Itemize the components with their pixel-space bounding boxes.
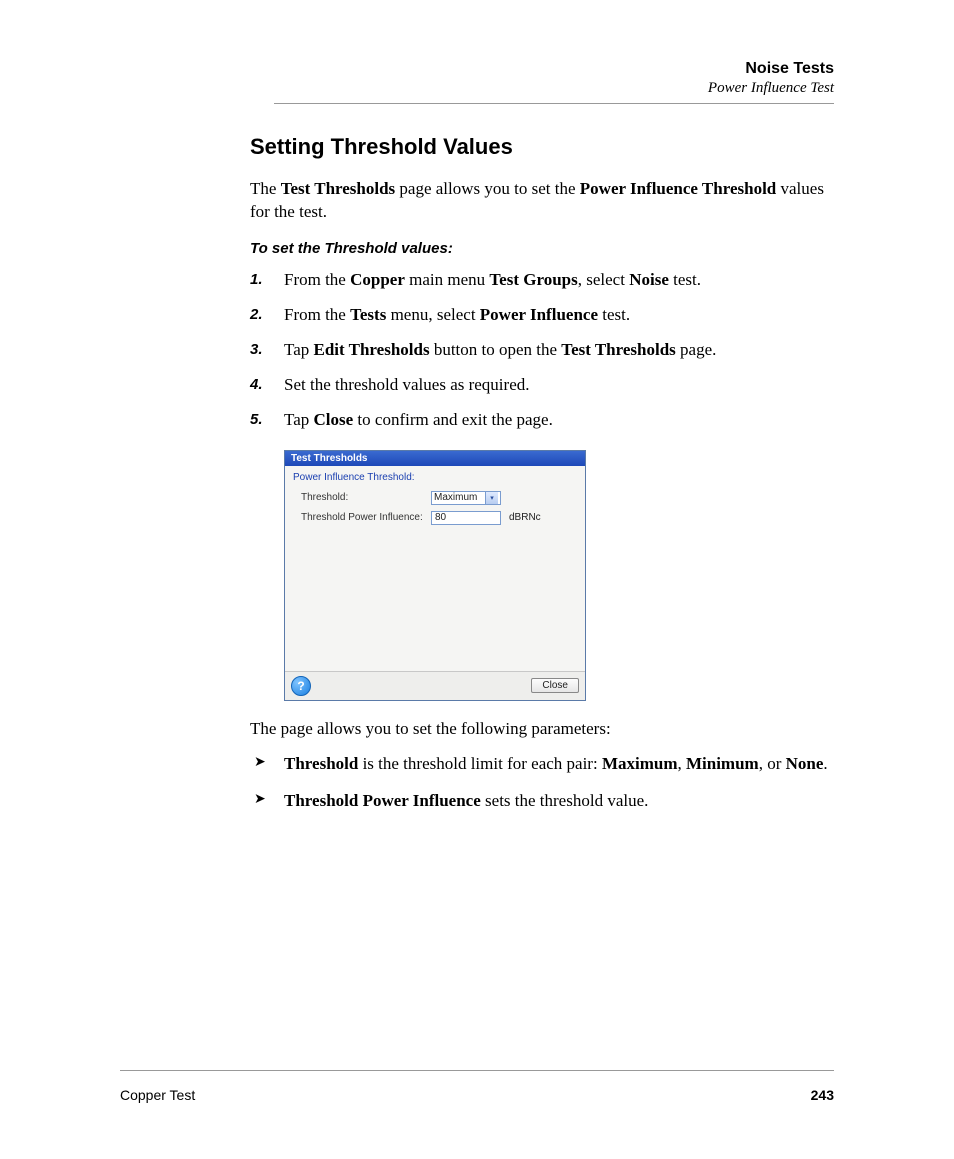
bold-text: Test Thresholds <box>281 179 395 198</box>
bullet-1: Threshold is the threshold limit for eac… <box>284 753 834 776</box>
bullet-2: Threshold Power Influence sets the thres… <box>284 790 834 813</box>
power-influence-label: Threshold Power Influence: <box>301 512 431 523</box>
text: test. <box>598 305 630 324</box>
app-window: Test Thresholds Power Influence Threshol… <box>284 450 586 701</box>
steps-list: From the Copper main menu Test Groups, s… <box>250 269 834 432</box>
steps-subhead: To set the Threshold values: <box>250 240 834 257</box>
text: , select <box>578 270 629 289</box>
step-3: Tap Edit Thresholds button to open the T… <box>284 339 834 362</box>
threshold-select[interactable]: Maximum ▾ <box>431 491 501 505</box>
bold-text: Noise <box>629 270 669 289</box>
bold-text: Close <box>314 410 354 429</box>
step-5: Tap Close to confirm and exit the page. <box>284 409 834 432</box>
after-paragraph: The page allows you to set the following… <box>250 719 834 739</box>
select-value: Maximum <box>434 492 477 503</box>
text: sets the threshold value. <box>481 791 649 810</box>
text: Tap <box>284 340 314 359</box>
page-number: 243 <box>811 1087 834 1103</box>
text: main menu <box>405 270 490 289</box>
text: menu, select <box>386 305 479 324</box>
app-body: Power Influence Threshold: Threshold: Ma… <box>285 466 585 671</box>
header-subtitle: Power Influence Test <box>120 80 834 97</box>
bold-text: Maximum <box>602 754 678 773</box>
bold-text: Copper <box>350 270 405 289</box>
bold-text: None <box>786 754 824 773</box>
bold-text: Threshold Power Influence <box>284 791 481 810</box>
text: is the threshold limit for each pair: <box>358 754 602 773</box>
threshold-row: Threshold: Maximum ▾ <box>301 491 577 505</box>
unit-label: dBRNc <box>509 512 541 523</box>
footer-rule <box>120 1070 834 1071</box>
bold-text: Threshold <box>284 754 358 773</box>
bold-text: Test Thresholds <box>561 340 675 359</box>
text: The <box>250 179 281 198</box>
step-2: From the Tests menu, select Power Influe… <box>284 304 834 327</box>
bold-text: Minimum <box>686 754 759 773</box>
footer-left: Copper Test <box>120 1087 195 1103</box>
power-influence-row: Threshold Power Influence: 80 dBRNc <box>301 511 577 525</box>
text: From the <box>284 270 350 289</box>
help-icon[interactable]: ? <box>291 676 311 696</box>
power-influence-input[interactable]: 80 <box>431 511 501 525</box>
app-footer: ? Close <box>285 671 585 700</box>
text: . <box>823 754 827 773</box>
chevron-down-icon: ▾ <box>485 492 498 504</box>
text: page. <box>676 340 717 359</box>
close-button[interactable]: Close <box>531 678 579 693</box>
text: From the <box>284 305 350 324</box>
bold-text: Power Influence <box>480 305 598 324</box>
bullet-list: Threshold is the threshold limit for eac… <box>250 753 834 813</box>
threshold-label: Threshold: <box>301 492 431 503</box>
app-titlebar: Test Thresholds <box>285 451 585 466</box>
step-1: From the Copper main menu Test Groups, s… <box>284 269 834 292</box>
text: , <box>677 754 686 773</box>
header-rule <box>274 103 834 104</box>
section-title: Setting Threshold Values <box>250 134 834 160</box>
text: test. <box>669 270 701 289</box>
text: button to open the <box>430 340 562 359</box>
bold-text: Test Groups <box>489 270 577 289</box>
intro-paragraph: The Test Thresholds page allows you to s… <box>250 178 834 224</box>
bold-text: Edit Thresholds <box>314 340 430 359</box>
text: Tap <box>284 410 314 429</box>
text: to confirm and exit the page. <box>353 410 553 429</box>
page-footer: Copper Test 243 <box>120 1087 834 1103</box>
bold-text: Tests <box>350 305 386 324</box>
group-label: Power Influence Threshold: <box>293 472 577 483</box>
step-4: Set the threshold values as required. <box>284 374 834 397</box>
text: page allows you to set the <box>395 179 580 198</box>
text: , or <box>759 754 786 773</box>
header-chapter: Noise Tests <box>120 60 834 78</box>
bold-text: Power Influence Threshold <box>580 179 776 198</box>
